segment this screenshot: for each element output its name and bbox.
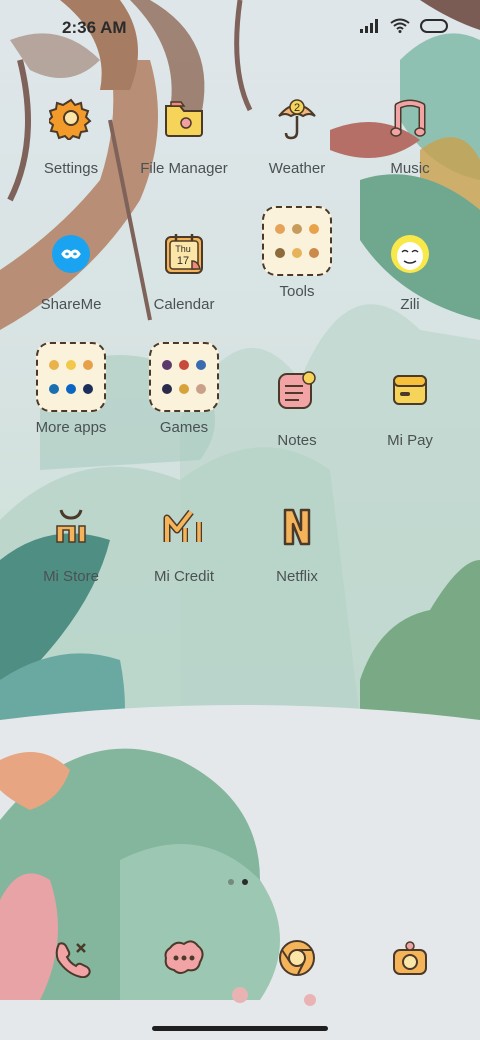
- folder-more-apps[interactable]: More apps: [15, 341, 127, 436]
- app-weather[interactable]: 2 Weather: [241, 82, 353, 177]
- page-dot-active[interactable]: [242, 879, 248, 885]
- calendar-icon: Thu 17: [148, 218, 220, 290]
- app-label: Notes: [277, 432, 317, 449]
- app-label: Settings: [43, 160, 99, 177]
- music-note-icon: [374, 82, 446, 154]
- umbrella-icon: 2: [261, 82, 333, 154]
- dock-camera[interactable]: [380, 928, 440, 988]
- app-shareme[interactable]: ShareMe: [15, 218, 127, 313]
- chrome-icon: [279, 940, 315, 976]
- calendar-day: Thu: [175, 244, 191, 254]
- app-music[interactable]: Music: [354, 82, 466, 177]
- status-time: 2:36 AM: [62, 18, 127, 37]
- battery-icon: [420, 18, 448, 33]
- page-indicator: [228, 879, 248, 885]
- app-label: Weather: [268, 160, 326, 177]
- app-label: Netflix: [276, 568, 318, 585]
- home-indicator-bar[interactable]: [152, 1026, 328, 1031]
- app-label: Games: [159, 419, 209, 436]
- weather-badge: 2: [294, 102, 300, 114]
- infinity-icon: [35, 218, 107, 290]
- mi-credit-icon: [148, 490, 220, 562]
- app-settings[interactable]: Settings: [15, 82, 127, 177]
- folder-grid-icon: [261, 205, 333, 277]
- app-notes[interactable]: Notes: [241, 354, 353, 449]
- page-dot[interactable]: [228, 879, 234, 885]
- dock-phone[interactable]: [41, 928, 101, 988]
- app-label: More apps: [35, 419, 107, 436]
- signal-icon: [360, 18, 378, 33]
- app-label: Music: [390, 160, 430, 177]
- dock-browser[interactable]: [267, 928, 327, 988]
- folder-icon: [148, 82, 220, 154]
- app-label: ShareMe: [40, 296, 102, 313]
- smiley-face-icon: [374, 218, 446, 290]
- gear-icon: [35, 82, 107, 154]
- calendar-date: 17: [177, 255, 189, 267]
- folder-grid-icon: [148, 341, 220, 413]
- folder-grid-icon: [35, 341, 107, 413]
- app-mi-pay[interactable]: Mi Pay: [354, 354, 466, 449]
- phone-icon: [55, 942, 91, 978]
- app-label: Zili: [400, 296, 420, 313]
- wallet-icon: [374, 354, 446, 426]
- app-label: Mi Pay: [387, 432, 433, 449]
- dock-messages[interactable]: [154, 928, 214, 988]
- app-calendar[interactable]: Thu 17 Calendar: [128, 218, 240, 313]
- dock: [0, 928, 480, 988]
- app-label: Mi Store: [43, 568, 99, 585]
- app-mi-credit[interactable]: Mi Credit: [128, 490, 240, 585]
- netflix-icon: [261, 490, 333, 562]
- app-zili[interactable]: Zili: [354, 218, 466, 313]
- status-bar: 2:36 AM: [0, 0, 480, 56]
- app-label: Mi Credit: [153, 568, 214, 585]
- app-netflix[interactable]: Netflix: [241, 490, 353, 585]
- status-icons: [360, 18, 450, 33]
- home-screen: 2:36 AM Settings File Manager 2 Weather …: [0, 0, 480, 1040]
- folder-games[interactable]: Games: [128, 341, 240, 436]
- wifi-icon: [390, 18, 410, 33]
- chat-bubble-icon: [164, 940, 204, 974]
- notepad-icon: [261, 354, 333, 426]
- app-label: Tools: [279, 283, 315, 300]
- app-file-manager[interactable]: File Manager: [128, 82, 240, 177]
- shopping-bag-icon: [35, 490, 107, 562]
- app-label: File Manager: [140, 160, 228, 177]
- app-label: Calendar: [153, 296, 215, 313]
- folder-tools[interactable]: Tools: [241, 205, 353, 300]
- app-mi-store[interactable]: Mi Store: [15, 490, 127, 585]
- camera-icon: [393, 941, 427, 975]
